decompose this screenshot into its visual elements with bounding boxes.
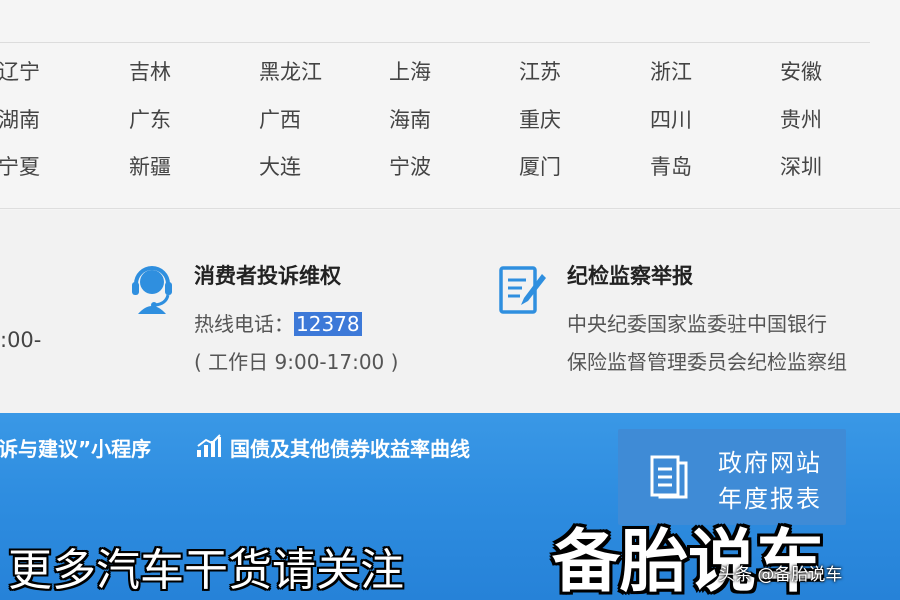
discipline-report-line: 保险监督管理委员会纪检监察组 bbox=[567, 350, 847, 374]
hotline-row: 热线电话： 12378 bbox=[194, 308, 362, 337]
bar-chart-icon bbox=[196, 434, 222, 462]
region-link[interactable]: 海南 bbox=[389, 107, 431, 133]
region-link[interactable]: 江苏 bbox=[519, 59, 561, 85]
region-link[interactable]: 广东 bbox=[129, 107, 171, 133]
mini-program-link[interactable]: 诉与建议”小程序 bbox=[0, 433, 151, 462]
region-link[interactable]: 宁夏 bbox=[0, 154, 40, 180]
region-link[interactable]: 厦门 bbox=[519, 154, 561, 180]
region-link[interactable]: 辽宁 bbox=[0, 59, 40, 85]
region-link[interactable]: 黑龙江 bbox=[259, 59, 322, 85]
author-credit: 头条 @备胎说车 bbox=[718, 565, 843, 585]
headset-icon bbox=[128, 262, 176, 320]
report-form-icon bbox=[498, 264, 548, 320]
region-link[interactable]: 安徽 bbox=[780, 59, 822, 85]
region-link[interactable]: 大连 bbox=[259, 154, 301, 180]
brand-caption: 备胎说车 bbox=[552, 523, 825, 600]
region-link[interactable]: 浙江 bbox=[650, 59, 692, 85]
bond-yield-curve-link[interactable]: 国债及其他债券收益率曲线 bbox=[230, 433, 470, 462]
divider bbox=[0, 42, 870, 43]
annual-report-label: 政府网站 bbox=[718, 449, 822, 477]
discipline-report-line: 中央纪委国家监委驻中国银行 bbox=[567, 312, 827, 336]
region-link[interactable]: 四川 bbox=[650, 107, 692, 133]
document-icon bbox=[650, 455, 690, 503]
region-link[interactable]: 广西 bbox=[259, 107, 301, 133]
hotline-number[interactable]: 12378 bbox=[294, 312, 362, 336]
service-info-section: :00- 消费者投诉维权 热线电话： 12378 ( 工作日 9:00-17:00… bbox=[0, 210, 900, 413]
region-link[interactable]: 贵州 bbox=[780, 107, 822, 133]
consumer-complaint-title[interactable]: 消费者投诉维权 bbox=[194, 260, 341, 290]
region-link[interactable]: 宁波 bbox=[389, 154, 431, 180]
region-grid: 辽宁 吉林 黑龙江 上海 江苏 浙江 安徽 湖南 广东 广西 海南 重庆 四川 … bbox=[0, 0, 900, 210]
divider bbox=[0, 208, 900, 209]
watermark-overlay: 更多汽车干货请关注 备胎说车 头条 @备胎说车 bbox=[0, 500, 900, 600]
follow-caption: 更多汽车干货请关注 bbox=[8, 545, 404, 596]
region-link[interactable]: 青岛 bbox=[650, 154, 692, 180]
hotline-label: 热线电话： bbox=[194, 312, 294, 336]
service-hours: ( 工作日 9:00-17:00 ) bbox=[194, 350, 399, 374]
region-link[interactable]: 新疆 bbox=[129, 154, 171, 180]
region-link[interactable]: 重庆 bbox=[519, 107, 561, 133]
region-link[interactable]: 湖南 bbox=[0, 107, 40, 133]
region-link[interactable]: 深圳 bbox=[780, 154, 822, 180]
service-hours-fragment: :00- bbox=[0, 328, 42, 352]
region-link[interactable]: 上海 bbox=[389, 59, 431, 85]
discipline-report-title[interactable]: 纪检监察举报 bbox=[567, 260, 693, 290]
region-link[interactable]: 吉林 bbox=[129, 59, 171, 85]
